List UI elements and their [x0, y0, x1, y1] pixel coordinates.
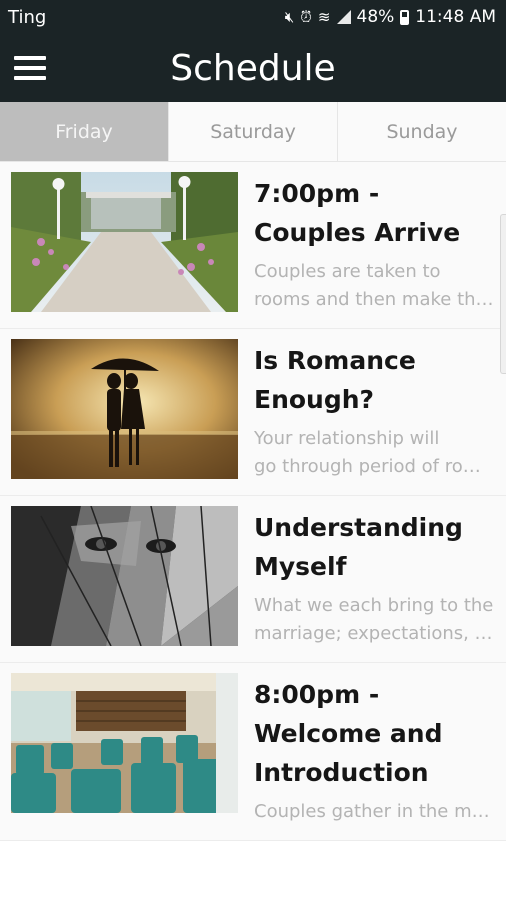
list-item[interactable]: 7:00pm - Couples Arrive Couples are take… — [0, 162, 506, 329]
meeting-room-image — [11, 673, 238, 813]
schedule-list: 7:00pm - Couples Arrive Couples are take… — [0, 162, 506, 841]
tab-sunday[interactable]: Sunday — [338, 102, 506, 161]
item-description: Couples are taken to — [254, 261, 441, 282]
item-description: What we each bring to the — [254, 595, 494, 616]
list-item[interactable]: 8:00pm - Welcome and Introduction Couple… — [0, 663, 506, 841]
battery-percent: 48% — [356, 7, 395, 27]
couple-umbrella-image — [11, 339, 238, 479]
day-tabs: Friday Saturday Sunday — [0, 102, 506, 162]
item-title: 7:00pm - Couples Arrive — [254, 179, 461, 247]
tab-friday[interactable]: Friday — [0, 102, 169, 161]
clock: 11:48 AM — [415, 7, 496, 27]
status-icons: 🔇︎ ⏰︎ ≋ 48% 11:48 AM — [285, 7, 496, 27]
app-bar: Schedule — [0, 34, 506, 102]
tab-saturday[interactable]: Saturday — [169, 102, 338, 161]
carrier-label: Ting — [8, 6, 47, 28]
garden-walkway-image — [11, 172, 238, 312]
alarm-icon: ⏰︎ — [300, 7, 312, 26]
item-description: marriage; expectations, … — [254, 623, 493, 644]
item-title: 8:00pm - Welcome and Introduction — [254, 680, 443, 787]
hamburger-menu-button[interactable] — [0, 34, 60, 102]
item-description: Your relationship will — [254, 428, 440, 449]
hamburger-menu-icon — [14, 56, 46, 80]
mute-icon: 🔇︎ — [284, 7, 295, 26]
item-description: Couples gather in the m… — [254, 801, 490, 822]
battery-icon — [400, 9, 410, 25]
signal-icon — [336, 10, 351, 24]
item-description: go through period of ro… — [254, 456, 481, 477]
item-title: Is Romance Enough? — [254, 346, 416, 414]
status-bar: Ting 🔇︎ ⏰︎ ≋ 48% 11:48 AM — [0, 0, 506, 34]
page-title: Schedule — [170, 47, 336, 89]
wifi-icon: ≋ — [317, 7, 331, 26]
scrollbar[interactable] — [500, 214, 506, 374]
fractured-face-image — [11, 506, 238, 646]
item-description: rooms and then make th… — [254, 289, 494, 310]
list-item[interactable]: Understanding Myself What we each bring … — [0, 496, 506, 663]
list-item[interactable]: Is Romance Enough? Your relationship wil… — [0, 329, 506, 496]
item-title: Understanding Myself — [254, 513, 463, 581]
